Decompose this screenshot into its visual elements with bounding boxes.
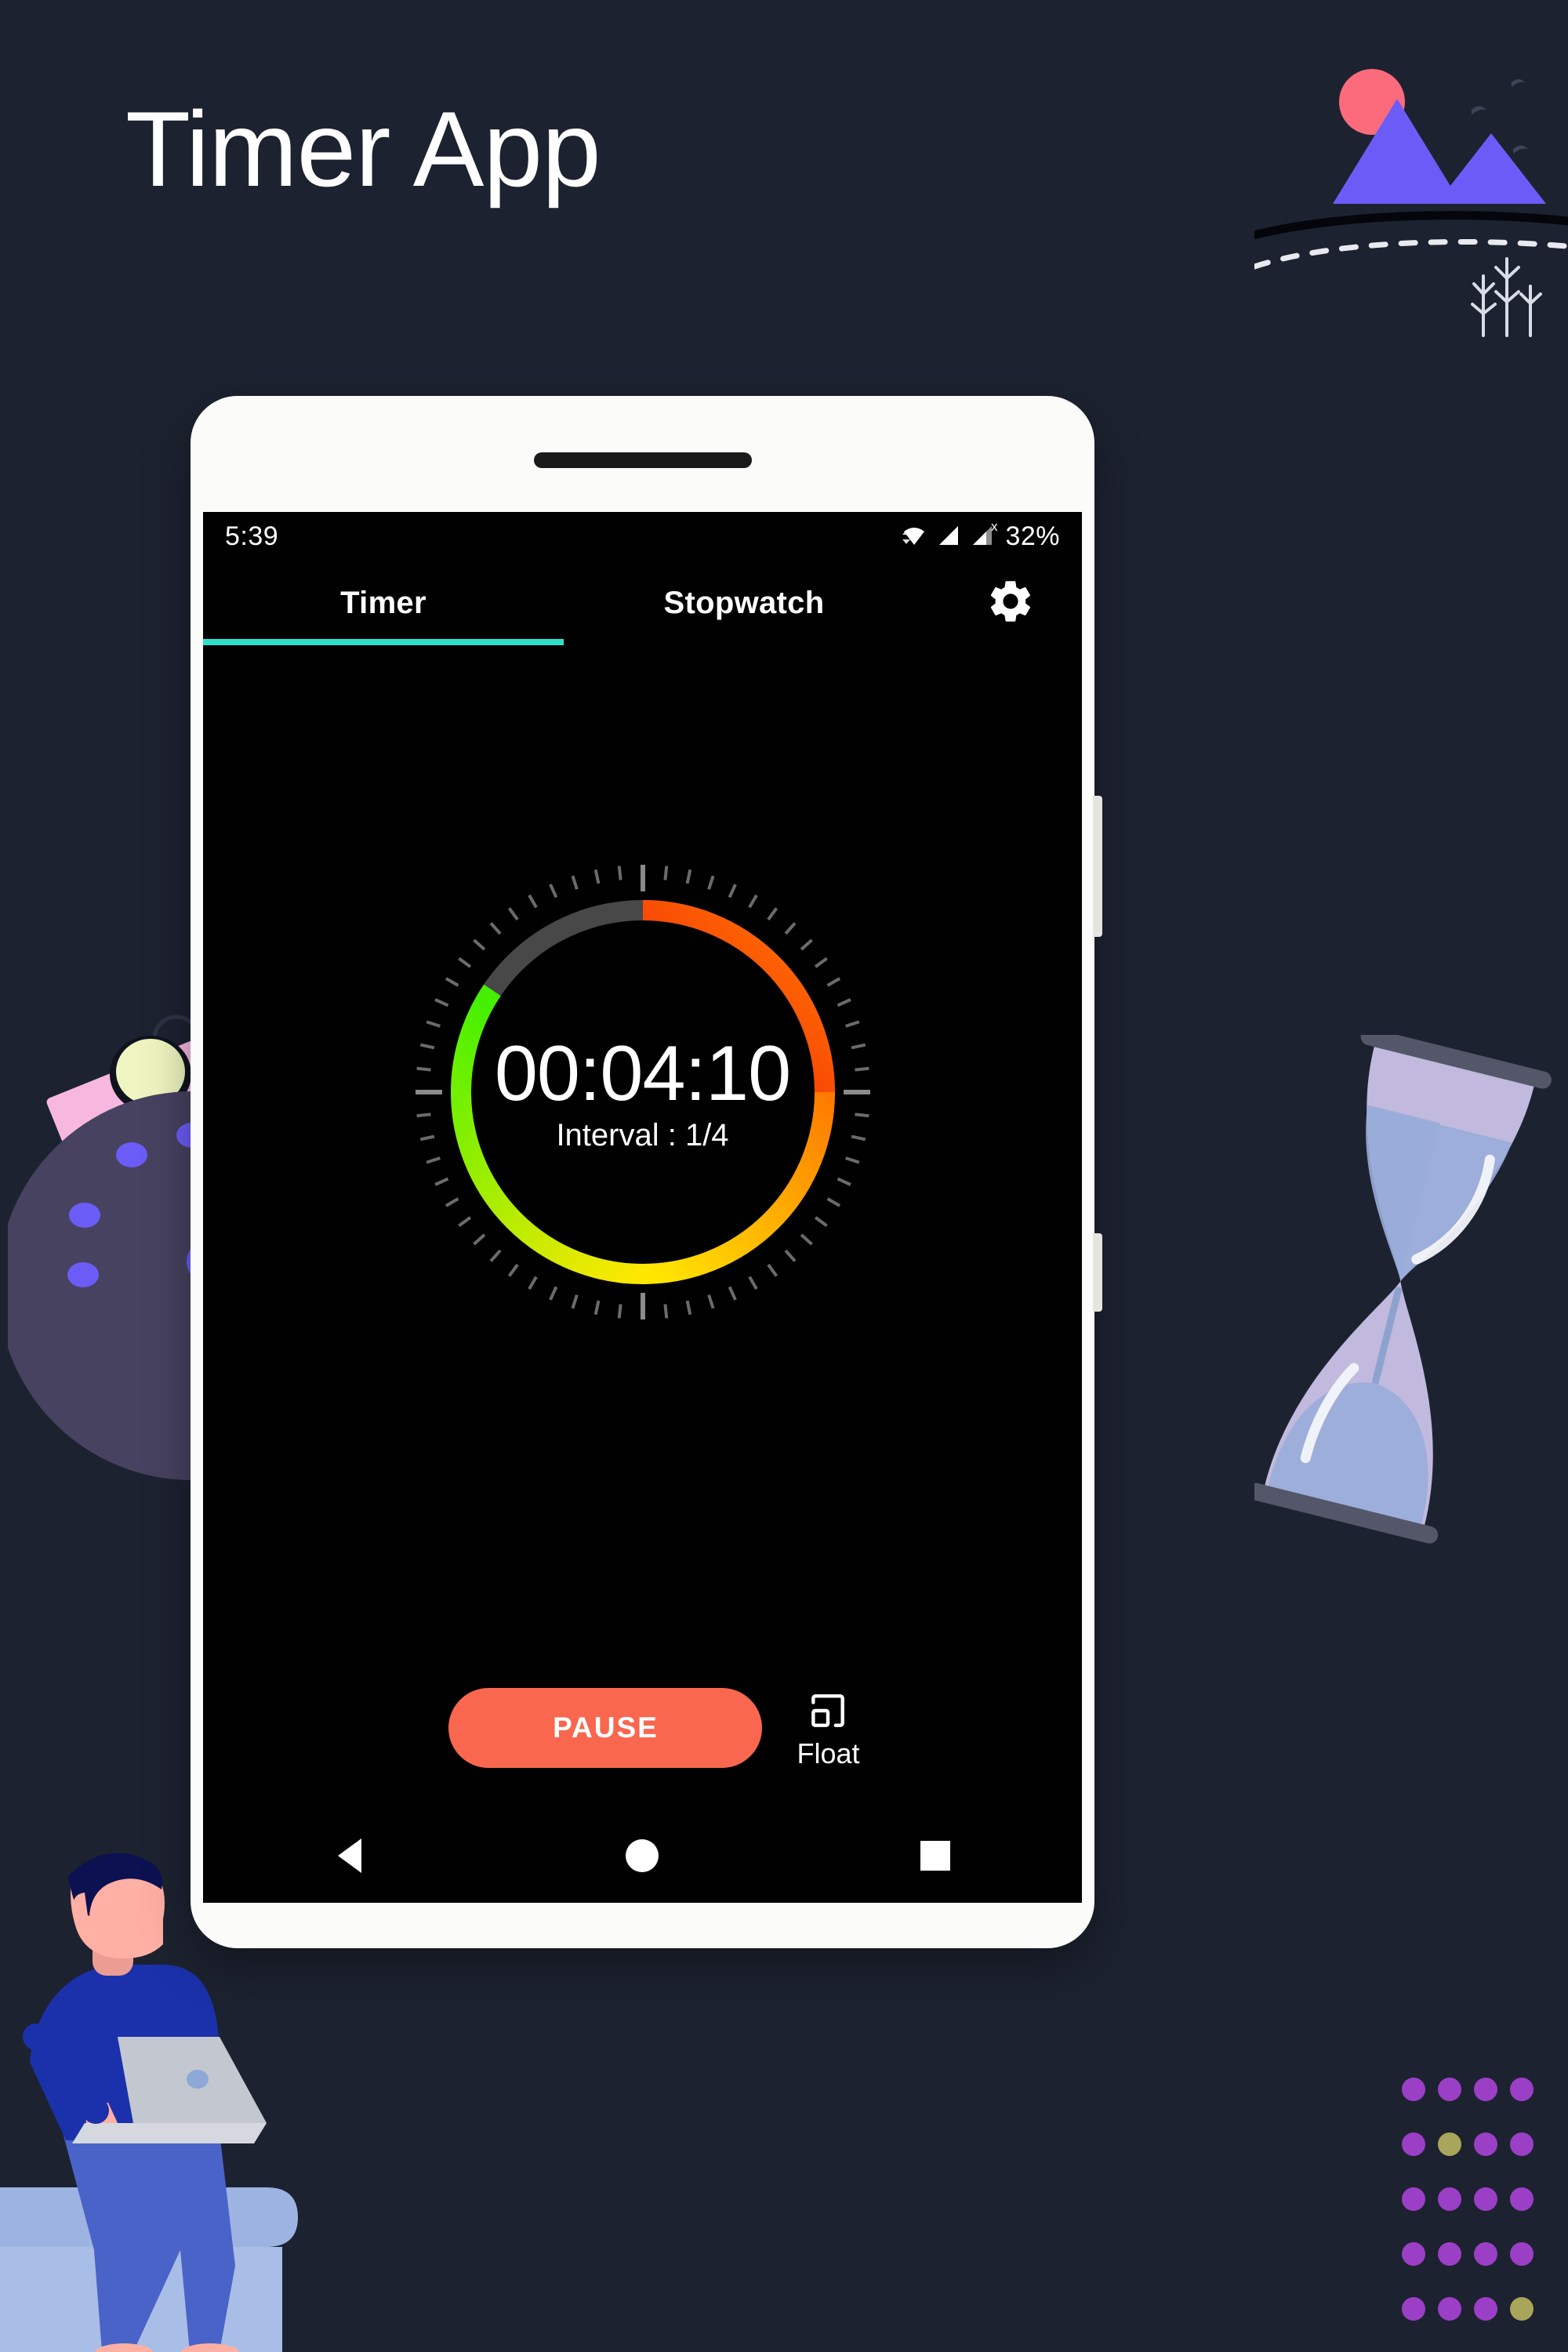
timer-ring-area: 00:04:10 Interval : 1/4 (203, 747, 1082, 1437)
page-title: Timer App (125, 89, 601, 209)
mountain-landscape-illustration (1254, 69, 1568, 337)
phone-speaker (533, 452, 752, 468)
phone-volume-button (1093, 796, 1102, 937)
wifi-icon (901, 524, 927, 548)
back-icon (337, 1838, 361, 1873)
timer-interval: Interval : 1/4 (556, 1117, 729, 1152)
signal-icon (938, 524, 961, 548)
timer-ring[interactable]: 00:04:10 Interval : 1/4 (400, 849, 886, 1335)
android-nav-bar (203, 1809, 1082, 1903)
status-time: 5:39 (225, 521, 279, 551)
float-label: Float (797, 1737, 860, 1769)
tab-bar: Timer Stopwatch (203, 561, 1082, 645)
float-button[interactable]: Float (797, 1689, 860, 1769)
tab-timer-label: Timer (340, 585, 426, 620)
settings-button[interactable] (983, 575, 1038, 630)
dot-grid-pattern (1402, 2078, 1546, 2352)
phone-screen: 5:39 x 32% Timer Stopwatch 00:04:10 Inte… (203, 512, 1082, 1903)
battery-percentage: 32% (1005, 521, 1060, 551)
pause-button[interactable]: PAUSE (448, 1688, 763, 1768)
timer-readout-group: 00:04:10 Interval : 1/4 (400, 849, 886, 1335)
recents-icon (920, 1841, 951, 1871)
status-bar: 5:39 x 32% (203, 512, 1082, 561)
picture-in-picture-icon (806, 1689, 850, 1735)
hourglass-illustration (1254, 1035, 1552, 1544)
home-icon (626, 1839, 659, 1872)
tab-stopwatch[interactable]: Stopwatch (564, 561, 924, 645)
phone-power-button (1093, 1233, 1102, 1312)
nav-home-button[interactable] (595, 1809, 689, 1903)
nav-recents-button[interactable] (888, 1809, 982, 1903)
timer-controls: PAUSE Float (203, 1688, 1082, 1768)
timer-time: 00:04:10 (494, 1029, 791, 1116)
nav-back-button[interactable] (303, 1809, 397, 1903)
tab-stopwatch-label: Stopwatch (663, 585, 825, 620)
gear-icon (985, 576, 1036, 630)
tab-timer[interactable]: Timer (203, 561, 564, 645)
tab-active-indicator (203, 639, 564, 645)
phone-mockup: 5:39 x 32% Timer Stopwatch 00:04:10 Inte… (191, 396, 1102, 1948)
signal-no-sim-icon: x (971, 519, 997, 548)
